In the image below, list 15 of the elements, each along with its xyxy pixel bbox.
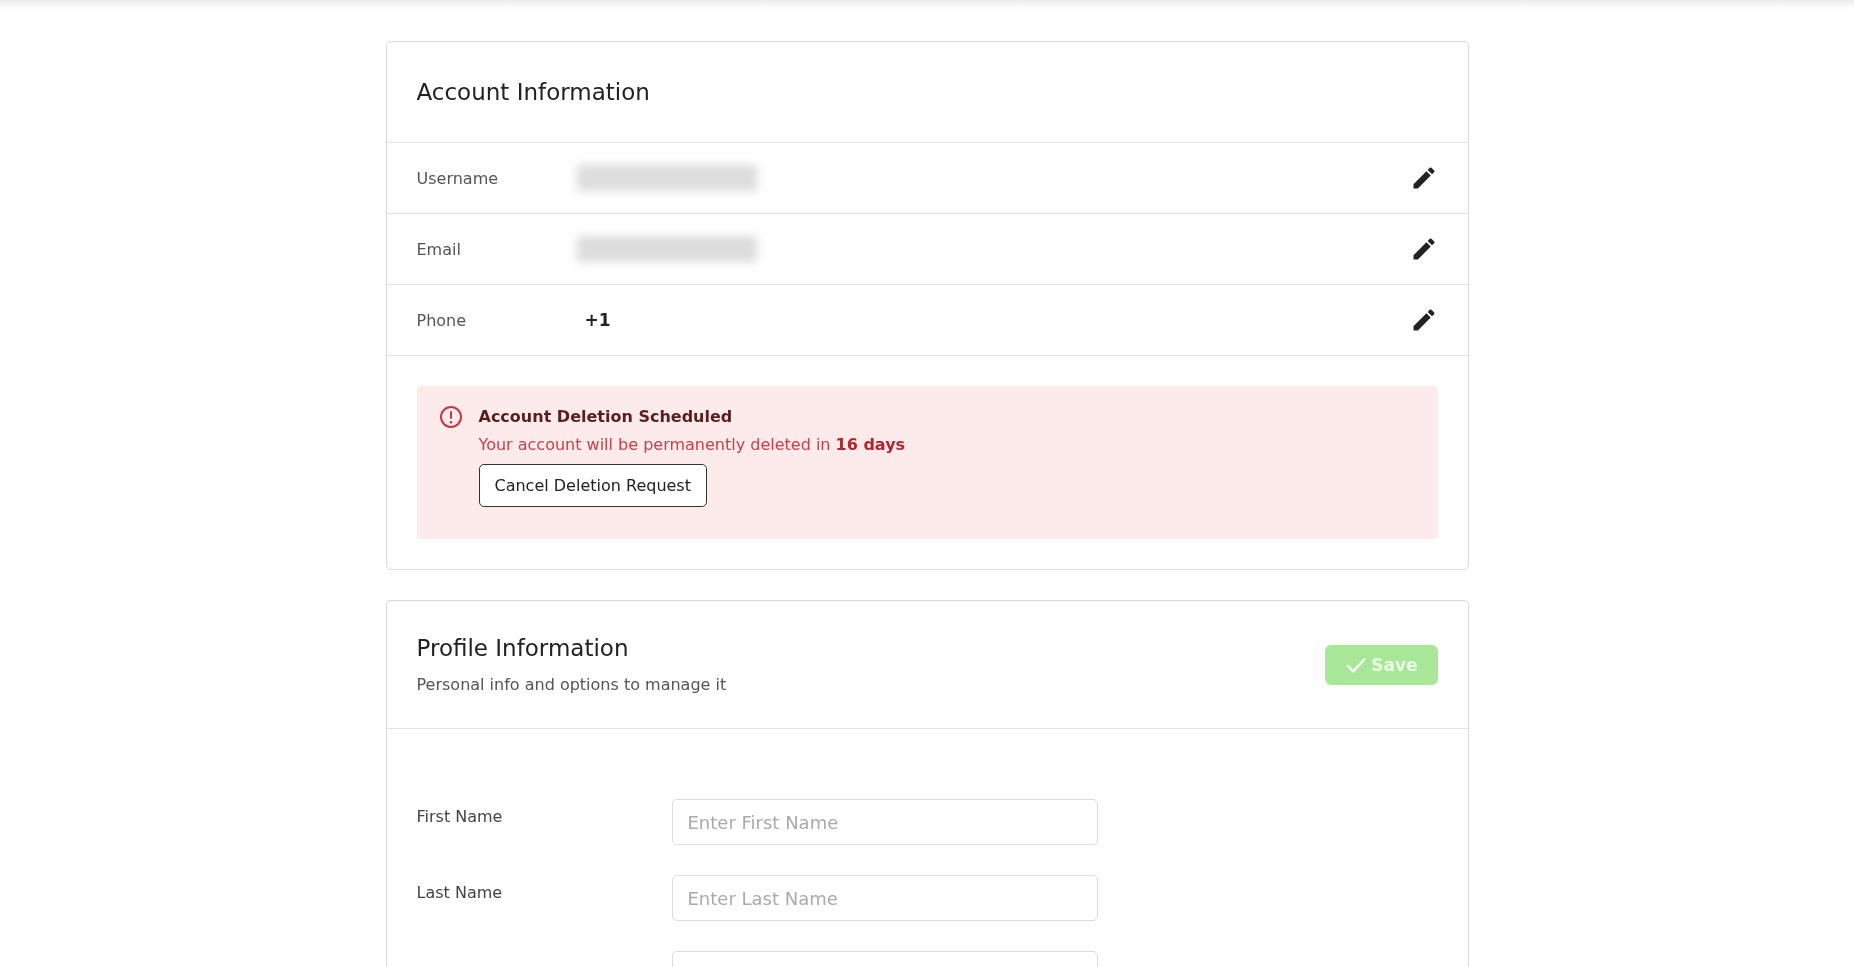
- field-label: First Name: [416, 806, 504, 826]
- field-label: Username: [416, 168, 500, 188]
- field-value: +1: [584, 310, 611, 330]
- section-title: Profile Information: [416, 635, 630, 661]
- alert-title: Account Deletion Scheduled: [478, 406, 734, 428]
- cancel-deletion-button[interactable]: Cancel Deletion Request: [478, 464, 707, 507]
- alert-message: Your account will be permanently deleted in 16 days: [478, 435, 906, 454]
- section-subtitle: Personal info and options to manage it: [416, 675, 727, 694]
- section-title: Account Information: [416, 79, 650, 105]
- field-label: Phone: [416, 310, 468, 330]
- alert-icon: [438, 405, 463, 429]
- input-field[interactable]: Enter Last Name: [671, 875, 1098, 921]
- input-field[interactable]: Enter First Name: [671, 799, 1098, 845]
- field-label: Email: [416, 239, 462, 259]
- field-label: Last Name: [416, 882, 504, 902]
